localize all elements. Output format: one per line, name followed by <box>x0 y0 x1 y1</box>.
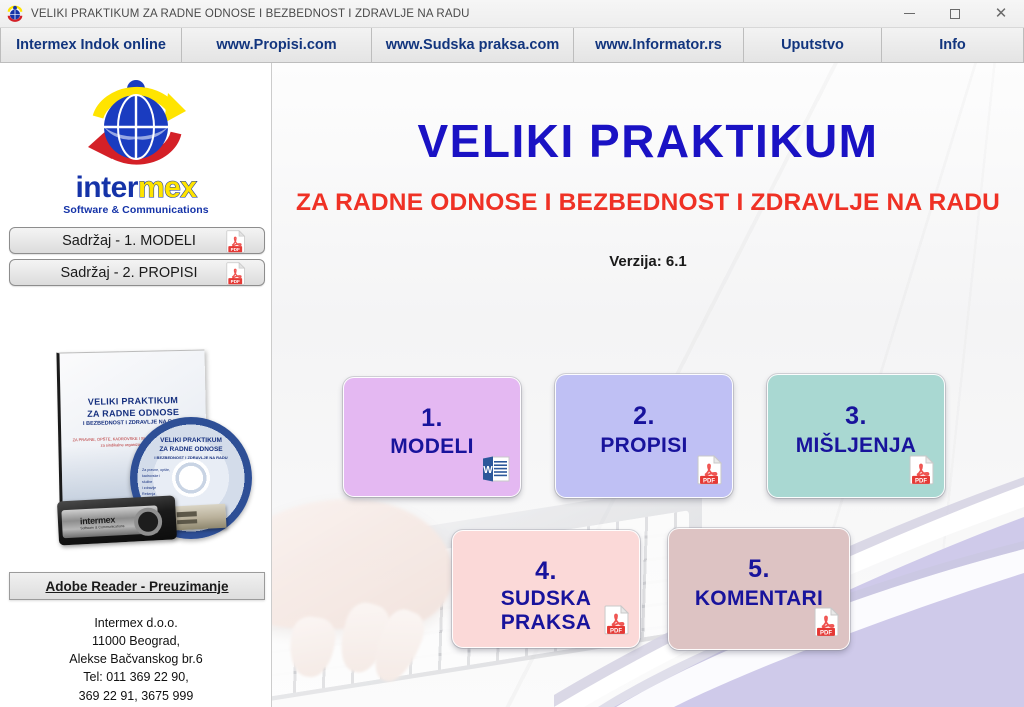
cd-disc-title-1: VELIKI PRAKTIKUM <box>160 437 222 444</box>
svg-text:PDF: PDF <box>610 629 622 635</box>
cd-case-title-1: VELIKI PRAKTIKUM <box>87 395 179 407</box>
card-modeli[interactable]: 1. MODELI W <box>343 377 521 497</box>
usb-connector <box>169 503 227 531</box>
menu-item-0[interactable]: Intermex Indok online <box>0 28 182 63</box>
cd-disc-title-3: I BEZBEDNOST I ZDRAVLJE NA RADU <box>154 455 228 460</box>
sadrzaj-modeli-button[interactable]: Sadržaj - 1. MODELI PDF <box>9 227 265 254</box>
card-number: 3. <box>845 401 867 430</box>
menu-item-label: www.Informator.rs <box>595 37 722 53</box>
card-komentari[interactable]: 5. KOMENTARI PDF <box>668 528 850 650</box>
menu-item-2[interactable]: www.Sudska praksa.com <box>372 28 574 63</box>
sadrzaj-propisi-label: Sadržaj - 2. PROPISI <box>60 264 198 281</box>
window-title: VELIKI PRAKTIKUM ZA RADNE ODNOSE I BEZBE… <box>31 7 470 20</box>
menu-item-4[interactable]: Uputstvo <box>744 28 882 63</box>
intermex-globe-logo-icon <box>76 77 196 177</box>
menu-item-label: www.Sudska praksa.com <box>385 37 560 53</box>
word-icon: W <box>481 454 511 489</box>
pdf-icon: PDF <box>226 230 246 253</box>
svg-text:PDF: PDF <box>231 279 240 284</box>
main-menu-bar: Intermex Indok online www.Propisi.com www.… <box>0 28 1024 63</box>
usb-brand-label: intermex Software & Communications <box>79 514 125 531</box>
svg-text:PDF: PDF <box>820 631 832 637</box>
main-panel: VELIKI PRAKTIKUM ZA RADNE ODNOSE I BEZBE… <box>272 63 1024 707</box>
card-number: 4. <box>535 556 557 585</box>
svg-text:PDF: PDF <box>915 479 927 485</box>
pdf-icon: PDF <box>697 454 723 490</box>
sidebar: intermex Software & Communications Sadrž… <box>0 63 272 707</box>
card-number: 1. <box>421 403 443 432</box>
intermex-wordmark: intermex <box>75 172 197 203</box>
company-street: Alekse Bačvanskog br.6 <box>69 652 203 667</box>
sadrzaj-propisi-button[interactable]: Sadržaj - 2. PROPISI PDF <box>9 259 265 286</box>
card-label: MIŠLJENJA <box>795 433 917 457</box>
menu-item-5[interactable]: Info <box>882 28 1024 63</box>
page-title: VELIKI PRAKTIKUM <box>417 115 879 167</box>
maximize-button[interactable] <box>932 0 978 28</box>
sadrzaj-modeli-label: Sadržaj - 1. MODELI <box>62 232 196 249</box>
pdf-icon: PDF <box>814 606 840 642</box>
adobe-reader-download-button[interactable]: Adobe Reader - Preuzimanje <box>9 572 265 600</box>
svg-text:PDF: PDF <box>231 247 240 252</box>
adobe-reader-label: Adobe Reader - Preuzimanje <box>45 578 229 594</box>
content-area: intermex Software & Communications Sadrž… <box>0 63 1024 707</box>
minimize-button[interactable] <box>886 0 932 28</box>
version-label: Verzija: 6.1 <box>609 253 687 270</box>
company-phone-2: 369 22 91, 3675 999 <box>78 688 194 703</box>
logo-tagline: Software & Communications <box>63 204 209 216</box>
contact-info: Intermex d.o.o. 11000 Beograd, Alekse Ba… <box>0 614 271 707</box>
intermex-globe-icon <box>6 5 24 23</box>
menu-item-1[interactable]: www.Propisi.com <box>182 28 372 63</box>
company-name: Intermex d.o.o. <box>94 616 178 630</box>
close-button[interactable]: ✕ <box>978 0 1024 28</box>
pdf-icon: PDF <box>226 262 246 285</box>
usb-drive-image: intermex Software & Communications <box>56 487 232 554</box>
title-bar: VELIKI PRAKTIKUM ZA RADNE ODNOSE I BEZBE… <box>0 0 1024 28</box>
menu-item-label: Uputstvo <box>781 37 844 53</box>
window-controls: ✕ <box>886 0 1024 28</box>
card-number: 2. <box>633 401 655 430</box>
card-sudska-praksa[interactable]: 4. SUDSKA PRAKSA PDF <box>452 530 640 648</box>
usb-body: intermex Software & Communications <box>56 495 178 546</box>
menu-item-label: Info <box>939 37 966 53</box>
card-propisi[interactable]: 2. PROPISI PDF <box>555 374 733 498</box>
page-subtitle: ZA RADNE ODNOSE I BEZBEDNOST I ZDRAVLJE … <box>295 189 1001 216</box>
pdf-icon: PDF <box>909 454 935 490</box>
application-window: VELIKI PRAKTIKUM ZA RADNE ODNOSE I BEZBE… <box>0 0 1024 707</box>
intermex-logo: intermex Software & Communications <box>0 77 271 216</box>
card-number: 5. <box>748 555 770 584</box>
card-label: PROPISI <box>600 433 688 457</box>
menu-item-3[interactable]: www.Informator.rs <box>574 28 744 63</box>
svg-text:W: W <box>483 465 493 476</box>
company-city: 11000 Beograd, <box>91 634 181 649</box>
product-image: VELIKI PRAKTIKUM ZA RADNE ODNOSE I BEZBE… <box>56 349 258 579</box>
cd-disc-title-2: ZA RADNE ODNOSE <box>159 446 223 453</box>
company-phone-1: Tel: 011 369 22 90, <box>83 670 189 685</box>
pdf-icon: PDF <box>604 604 630 640</box>
card-mišljenja[interactable]: 3. MIŠLJENJA PDF <box>767 374 945 498</box>
svg-text:PDF: PDF <box>703 479 715 485</box>
menu-item-label: www.Propisi.com <box>216 37 337 53</box>
menu-item-label: Intermex Indok online <box>16 37 166 53</box>
usb-swivel-ring <box>133 507 163 537</box>
